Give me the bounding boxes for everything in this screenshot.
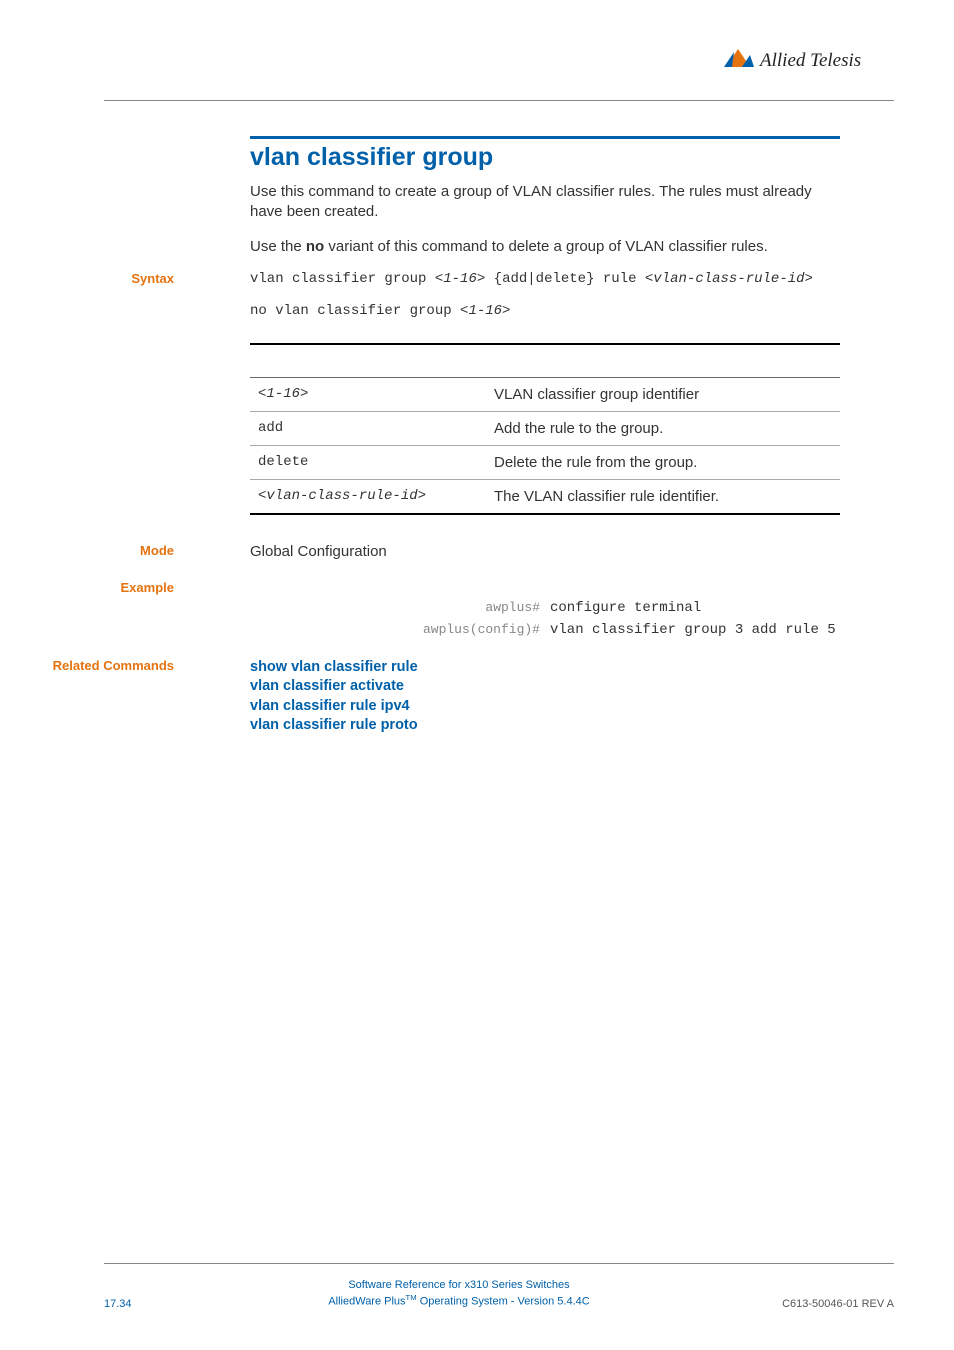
ex0-cmd: configure terminal — [550, 600, 701, 616]
s1a: vlan classifier group — [250, 271, 435, 287]
title-rule — [250, 136, 840, 139]
s1b: <1-16> — [435, 271, 485, 287]
param-0-name: <1-16> — [258, 386, 308, 402]
ex1-prompt: awplus(config)# — [310, 622, 550, 638]
example-label: Example — [0, 580, 174, 595]
footer-right: C613-50046-01 REV A — [734, 1298, 894, 1310]
footer-rule — [104, 1263, 894, 1264]
footer-c1: Software Reference for x310 Series Switc… — [184, 1278, 734, 1293]
ex1-cmd: vlan classifier group 3 add rule 5 — [550, 622, 836, 638]
param-3-name: <vlan-class-rule-id> — [258, 488, 426, 504]
footer-c2b: TM — [406, 1293, 417, 1302]
intro-p2-no: no — [306, 238, 324, 255]
syntax-line-1: vlan classifier group <1-16> {add|delete… — [250, 271, 894, 287]
intro-p2c: variant of this command to delete a grou… — [324, 238, 768, 255]
s1d: <vlan-class-rule-id> — [645, 271, 813, 287]
footer-c2c: Operating System - Version 5.4.4C — [417, 1296, 590, 1308]
syntax-line-2: no vlan classifier group <1-16> — [250, 303, 894, 319]
mode-value: Global Configuration — [250, 543, 894, 560]
s2b: <1-16> — [460, 303, 510, 319]
header-rule — [104, 100, 894, 101]
related-link-0[interactable]: show vlan classifier rule — [250, 658, 894, 678]
related-link-2[interactable]: vlan classifier rule ipv4 — [250, 697, 894, 717]
param-1-name: add — [258, 420, 283, 436]
footer-c2: AlliedWare PlusTM Operating System - Ver… — [184, 1293, 734, 1310]
page-title: vlan classifier group — [250, 143, 894, 172]
page-footer: 17.34 Software Reference for x310 Series… — [104, 1278, 894, 1310]
svg-text:Allied Telesis: Allied Telesis — [758, 50, 861, 71]
related-link-1[interactable]: vlan classifier activate — [250, 677, 894, 697]
related-label: Related Commands — [0, 658, 174, 673]
brand-logo: Allied Telesis — [724, 45, 894, 80]
param-0-desc: VLAN classifier group identifier — [486, 377, 840, 411]
param-2-name: delete — [258, 454, 308, 470]
page-number: 17.34 — [104, 1298, 184, 1310]
intro-p1: Use this command to create a group of VL… — [250, 182, 830, 223]
intro-p2: Use the no variant of this command to de… — [250, 237, 830, 257]
example-row-1: awplus(config)# vlan classifier group 3 … — [310, 622, 894, 638]
example-row-0: awplus# configure terminal — [310, 600, 894, 616]
related-commands: show vlan classifier rule vlan classifie… — [250, 658, 894, 736]
s1c: {add|delete} rule — [485, 271, 645, 287]
ex0-prompt: awplus# — [310, 600, 550, 616]
parameter-table: <1-16> VLAN classifier group identifier … — [250, 343, 840, 515]
param-3-desc: The VLAN classifier rule identifier. — [486, 479, 840, 514]
footer-c2a: AlliedWare Plus — [328, 1296, 405, 1308]
intro-p2a: Use the — [250, 238, 306, 255]
s2a: no vlan classifier group — [250, 303, 460, 319]
footer-center: Software Reference for x310 Series Switc… — [184, 1278, 734, 1310]
param-1-desc: Add the rule to the group. — [486, 411, 840, 445]
syntax-label: Syntax — [0, 271, 174, 286]
mode-label: Mode — [0, 543, 174, 558]
param-2-desc: Delete the rule from the group. — [486, 445, 840, 479]
related-link-3[interactable]: vlan classifier rule proto — [250, 716, 894, 736]
